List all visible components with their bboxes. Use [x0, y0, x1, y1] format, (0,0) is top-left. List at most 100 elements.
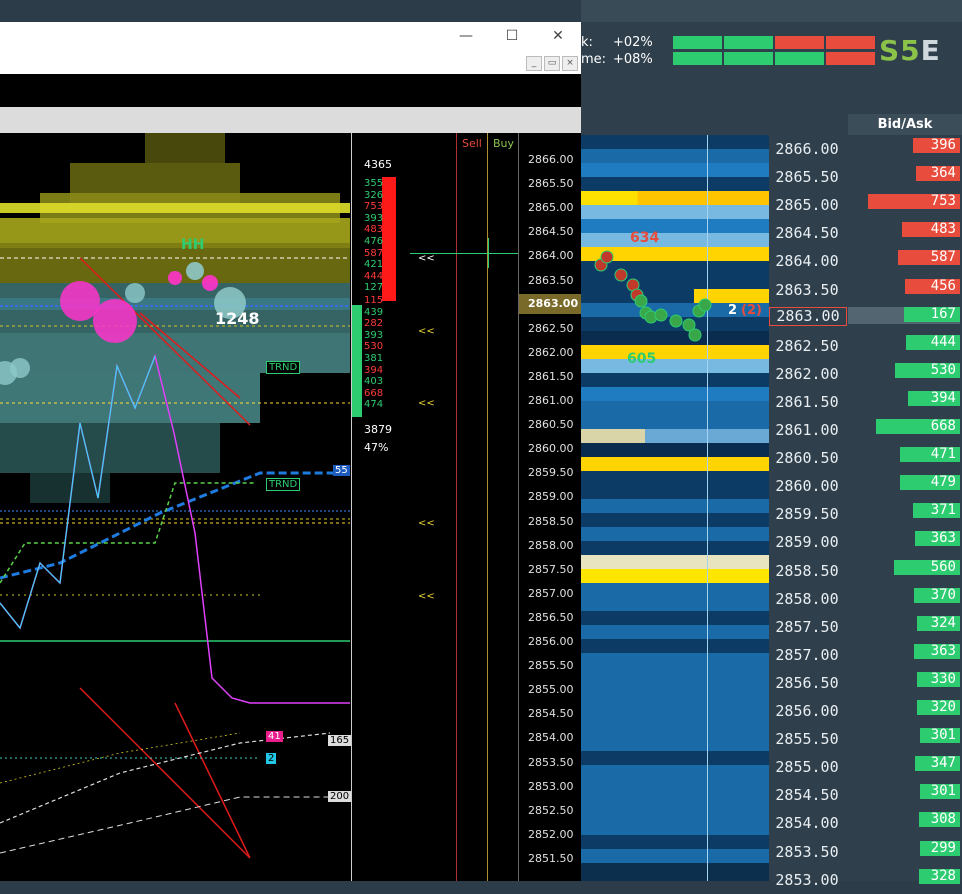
close-button[interactable]: ✕ [548, 28, 568, 44]
trade-bubble [186, 262, 204, 280]
mdi-minimize-button[interactable]: _ [526, 56, 542, 71]
ladder-size-cell[interactable]: 371 [848, 500, 960, 528]
sell-volume-value: 421 [364, 259, 384, 271]
ladder-size-cell[interactable]: 370 [848, 585, 960, 613]
ladder-size-value: 753 [930, 193, 956, 210]
ladder-price[interactable]: 2857.50 [769, 613, 845, 641]
meter-segment [775, 52, 824, 65]
chart-window: — ☐ ✕ _ ▭ × Sell Buy 2866.00 2865.50 2865.… [0, 22, 581, 881]
ladder-size-cell[interactable]: 456 [848, 276, 960, 304]
ladder-price[interactable]: 2862.00 [769, 360, 845, 388]
ladder-size-value: 394 [930, 389, 956, 406]
ladder-size-cell[interactable]: 560 [848, 557, 960, 585]
volume-column-divider [351, 133, 352, 881]
ladder-size-cell[interactable]: 363 [848, 641, 960, 669]
ladder-price[interactable]: 2864.00 [769, 247, 845, 275]
chart-line [79, 687, 251, 859]
price-axis-tick: 2856.50 [528, 610, 574, 624]
ladder-size-cell[interactable]: 530 [848, 360, 960, 388]
ladder-size-cell[interactable]: 324 [848, 613, 960, 641]
ladder-size-cell[interactable]: 328 [848, 866, 960, 894]
minimize-button[interactable]: — [456, 28, 476, 44]
ladder-price[interactable]: 2853.50 [769, 838, 845, 866]
ladder-size-cell[interactable]: 167 [848, 304, 960, 332]
ladder-size-cell[interactable]: 483 [848, 219, 960, 247]
ladder-size-value: 328 [930, 867, 956, 884]
level-arrow-marker: << [418, 326, 435, 337]
volume-total-top: 4365 [364, 158, 392, 171]
ladder-size-value: 587 [930, 249, 956, 266]
maximize-button[interactable]: ☐ [502, 28, 522, 44]
level-arrow-marker: << [418, 398, 435, 409]
ladder-size-cell[interactable]: 396 [848, 135, 960, 163]
ladder-price[interactable]: 2854.50 [769, 781, 845, 809]
ladder-price[interactable]: 2859.50 [769, 500, 845, 528]
price-chart[interactable]: Sell Buy 2866.00 2865.50 2865.00 2864.50 286… [0, 133, 581, 881]
buy-column-header: Buy [493, 137, 515, 150]
ladder-size-cell[interactable]: 330 [848, 669, 960, 697]
ladder-price[interactable]: 2858.00 [769, 585, 845, 613]
ladder-price[interactable]: 2863.00 [769, 306, 847, 326]
trade-size-label: 1248 [215, 309, 260, 328]
ladder-price[interactable]: 2856.00 [769, 697, 845, 725]
heatmap-trades-overlay [594, 250, 712, 342]
ladder-price[interactable]: 2865.00 [769, 191, 845, 219]
ladder-price[interactable]: 2857.00 [769, 641, 845, 669]
mdi-restore-button[interactable]: ▭ [544, 56, 560, 71]
ladder-price[interactable]: 2855.50 [769, 725, 845, 753]
ladder-size-cell[interactable]: 479 [848, 472, 960, 500]
meter-segment [826, 52, 875, 65]
trend-label-2: TRND [266, 478, 301, 491]
metric-label-1: k: [581, 35, 593, 50]
ladder-price[interactable]: 2862.50 [769, 332, 845, 360]
ladder-price[interactable]: 2858.50 [769, 557, 845, 585]
ladder-size-cell[interactable]: 668 [848, 416, 960, 444]
ladder-size-cell[interactable]: 320 [848, 697, 960, 725]
sell-volume-bar [382, 177, 396, 301]
ladder-size-cell[interactable]: 347 [848, 753, 960, 781]
ladder-price[interactable]: 2864.50 [769, 219, 845, 247]
ladder-price[interactable]: 2853.00 [769, 866, 845, 894]
ladder-size-cell[interactable]: 363 [848, 528, 960, 556]
ladder-price[interactable]: 2861.50 [769, 388, 845, 416]
chart-toolbar [0, 74, 581, 107]
order-heatmap: 634 605 2 (2) [581, 135, 769, 881]
price-axis-tick: 2859.00 [528, 490, 574, 504]
ladder-size-value: 301 [930, 727, 956, 744]
ladder-price[interactable]: 2860.50 [769, 444, 845, 472]
ladder-size-cell[interactable]: 301 [848, 725, 960, 753]
ladder-size-value: 668 [930, 418, 956, 434]
ladder-price[interactable]: 2865.50 [769, 163, 845, 191]
ladder-price[interactable]: 2854.00 [769, 809, 845, 837]
buy-volume-value: 439 [364, 306, 384, 318]
buy-volume-bar [352, 305, 362, 417]
price-ladder[interactable]: 2866.00 396 2865.50 364 2865.00 753 2864.50 483… [769, 135, 962, 889]
volume-heat-block [0, 298, 350, 310]
mdi-close-button[interactable]: × [562, 56, 578, 71]
price-axis-tick: 2853.00 [528, 779, 574, 793]
ladder-size-cell[interactable]: 753 [848, 191, 960, 219]
ladder-size-value: 471 [930, 446, 956, 463]
ladder-price[interactable]: 2856.50 [769, 669, 845, 697]
buy-volume-value: 403 [364, 376, 384, 388]
ladder-price[interactable]: 2860.00 [769, 472, 845, 500]
buy-volume-value: 474 [364, 399, 384, 411]
ladder-size-cell[interactable]: 587 [848, 247, 960, 275]
ladder-size-cell[interactable]: 394 [848, 388, 960, 416]
ladder-size-cell[interactable]: 471 [848, 444, 960, 472]
sell-volume-value: 127 [364, 282, 384, 294]
ladder-size-cell[interactable]: 444 [848, 332, 960, 360]
current-price-tick [488, 238, 489, 268]
buy-volume-value: 115 [364, 295, 384, 306]
ladder-price[interactable]: 2859.00 [769, 528, 845, 556]
ladder-price[interactable]: 2863.50 [769, 276, 845, 304]
ladder-size-cell[interactable]: 308 [848, 809, 960, 837]
ladder-size-cell[interactable]: 301 [848, 781, 960, 809]
ladder-price[interactable]: 2861.00 [769, 416, 845, 444]
ladder-price[interactable]: 2866.00 [769, 135, 845, 163]
ladder-size-cell[interactable]: 364 [848, 163, 960, 191]
ladder-price[interactable]: 2855.00 [769, 753, 845, 781]
ladder-size-cell[interactable]: 299 [848, 838, 960, 866]
ladder-size-value: 371 [930, 502, 956, 519]
window-titlebar[interactable]: — ☐ ✕ _ ▭ × [0, 22, 581, 74]
